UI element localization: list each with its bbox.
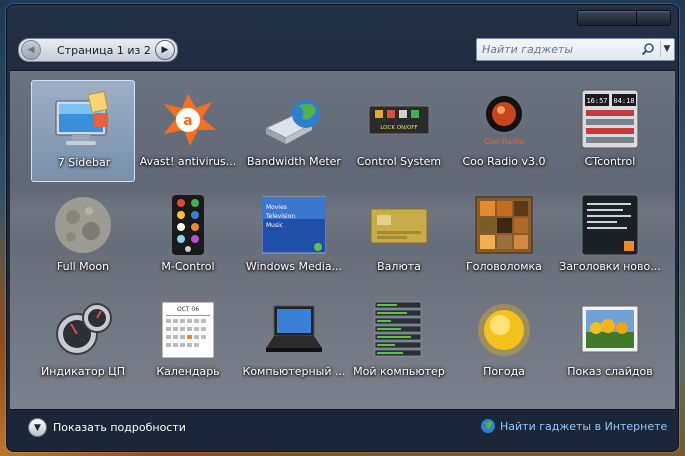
gadget-tile[interactable]: M-Control	[136, 185, 240, 287]
svg-text:Coo Radio: Coo Radio	[484, 137, 525, 146]
gadget-tile[interactable]: 16:57 04:18 CTcontrol	[558, 80, 662, 182]
gadget-label: Календарь	[156, 365, 220, 378]
gadget-label: Control System	[356, 155, 442, 168]
gadget-label: Компьютерный ...	[242, 365, 346, 378]
gadget-tile[interactable]: a Avast! antivirus...	[136, 80, 240, 182]
gadget-gallery-window: ◀ Страница 1 из 2 ▶ ▼ 7 Sidebar	[6, 4, 679, 452]
control-panel-icon: LOCK ON/OFF	[368, 105, 430, 135]
search-options-dropdown[interactable]: ▼	[660, 41, 673, 57]
radio-icon: Coo Radio	[484, 96, 525, 146]
gadget-label: Coo Radio v3.0	[462, 155, 546, 168]
search-input[interactable]	[477, 39, 627, 60]
gadget-label: Заголовки ново...	[559, 260, 661, 273]
gadget-tile[interactable]: Bandwidth Meter	[242, 80, 346, 182]
gadget-label: Валюта	[377, 260, 421, 273]
clock-widget-icon: 16:57 04:18	[581, 89, 639, 149]
gadget-tile[interactable]: Coo Radio Coo Radio v3.0	[452, 80, 556, 182]
gadget-tile[interactable]: Показ слайдов	[558, 290, 662, 392]
gadget-tile[interactable]: 7 Sidebar	[31, 80, 135, 182]
gadget-tile[interactable]: Full Moon	[31, 185, 135, 287]
gadget-label: Погода	[483, 365, 525, 378]
gadget-label: Показ слайдов	[567, 365, 653, 378]
currency-card-icon	[370, 208, 428, 244]
svg-text:Movies: Movies	[266, 204, 287, 211]
svg-text:OCT 06: OCT 06	[177, 306, 199, 313]
search-box[interactable]: ▼	[476, 38, 675, 61]
gadget-tile[interactable]: Заголовки ново...	[558, 185, 662, 287]
gadget-label: 7 Sidebar	[57, 156, 111, 169]
gadget-label: Индикатор ЦП	[41, 365, 125, 378]
get-gadgets-online-link[interactable]: Найти гаджеты в Интернете	[480, 418, 667, 434]
avast-icon: a	[164, 94, 216, 146]
page-navigator: ◀ Страница 1 из 2 ▶	[18, 38, 178, 62]
svg-text:a: a	[183, 113, 192, 129]
svg-text:LOCK ON/OFF: LOCK ON/OFF	[380, 125, 417, 131]
gadget-label: Головоломка	[466, 260, 542, 273]
get-gadgets-online-label[interactable]: Найти гаджеты в Интернете	[500, 420, 667, 433]
media-center-icon: Movies Television Music	[262, 196, 326, 254]
news-feed-icon	[581, 194, 639, 256]
gadget-label: M-Control	[161, 260, 215, 273]
gadget-label: CTcontrol	[584, 155, 636, 168]
show-details-label: Показать подробности	[53, 421, 186, 434]
gadget-tile[interactable]: Индикатор ЦП	[31, 290, 135, 392]
chevron-left-icon[interactable]: ◀	[21, 40, 41, 60]
gadget-tile[interactable]: Компьютерный ...	[242, 290, 346, 392]
gadget-tile[interactable]: Погода	[452, 290, 556, 392]
gadget-label: Windows Media...	[245, 260, 343, 273]
svg-text:16:57: 16:57	[586, 97, 607, 105]
slideshow-icon	[581, 305, 639, 353]
svg-text:Television: Television	[265, 213, 295, 220]
gadget-tile[interactable]: Валюта	[347, 185, 451, 287]
cpu-meter-icon	[56, 303, 112, 355]
gadget-label: Bandwidth Meter	[247, 155, 341, 168]
chevron-right-icon[interactable]: ▶	[155, 40, 175, 60]
gadget-tile[interactable]: Головоломка	[452, 185, 556, 287]
network-globe-icon	[264, 100, 320, 144]
laptop-icon	[266, 305, 322, 352]
sun-icon	[478, 304, 530, 356]
gadget-label: Full Moon	[56, 260, 110, 273]
gadget-label: Avast! antivirus...	[139, 155, 237, 168]
search-icon[interactable]	[641, 42, 655, 56]
gadget-label: Мой компьютер	[353, 365, 445, 378]
calendar-icon: OCT 06	[161, 301, 215, 359]
gadget-tile[interactable]: Мой компьютер	[347, 290, 451, 392]
monitor-icon	[55, 90, 109, 145]
remote-control-icon	[172, 195, 204, 255]
svg-text:04:18: 04:18	[613, 97, 634, 105]
gadget-grid: 7 Sidebar a Avast! antivirus... Bandwidt…	[10, 70, 675, 410]
gadget-tile[interactable]: Movies Television Music Windows Media...	[242, 185, 346, 287]
chevron-down-icon[interactable]: ▼	[28, 418, 47, 437]
gadget-tile[interactable]: LOCK ON/OFF Control System	[347, 80, 451, 182]
gadget-tile[interactable]: OCT 06 Календарь	[136, 290, 240, 392]
drives-icon	[374, 301, 422, 357]
window-caption-buttons[interactable]	[577, 10, 671, 26]
puzzle-icon	[475, 196, 533, 254]
moon-icon	[55, 197, 111, 253]
page-indicator: Страница 1 из 2	[57, 43, 151, 57]
globe-icon	[481, 419, 495, 433]
svg-text:Music: Music	[266, 222, 283, 229]
show-details-toggle[interactable]: ▼ Показать подробности	[28, 418, 186, 437]
